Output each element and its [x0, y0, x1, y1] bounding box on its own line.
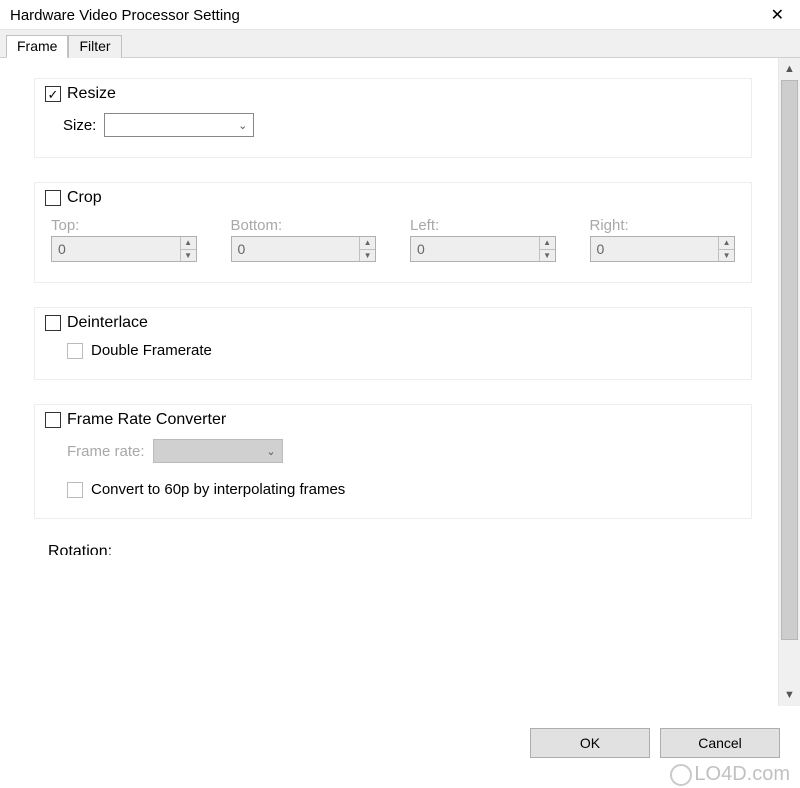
crop-left-input[interactable]: [411, 237, 539, 261]
spin-up-icon[interactable]: ▲: [719, 237, 734, 250]
crop-group: Crop Top: ▲▼ Bottom: ▲▼: [34, 182, 752, 283]
crop-right-spinner[interactable]: ▲▼: [590, 236, 736, 262]
close-icon[interactable]: ✕: [765, 5, 790, 25]
spin-down-icon[interactable]: ▼: [181, 250, 196, 262]
frc-group: Frame Rate Converter Frame rate: ⌄ Conve…: [34, 404, 752, 519]
frame-rate-combo: ⌄: [153, 439, 283, 463]
deinterlace-group: Deinterlace Double Framerate: [34, 307, 752, 380]
spin-up-icon[interactable]: ▲: [360, 237, 375, 250]
scroll-up-icon[interactable]: ▲: [779, 58, 800, 80]
spin-up-icon[interactable]: ▲: [181, 237, 196, 250]
dialog-buttons: OK Cancel: [530, 728, 780, 758]
crop-bottom-spinner[interactable]: ▲▼: [231, 236, 377, 262]
globe-icon: [670, 764, 692, 786]
vertical-scrollbar[interactable]: ▲ ▼: [778, 58, 800, 706]
size-combo[interactable]: ⌄: [104, 113, 254, 137]
spin-up-icon[interactable]: ▲: [540, 237, 555, 250]
cancel-button[interactable]: Cancel: [660, 728, 780, 758]
resize-group: Resize Size: ⌄: [34, 78, 752, 158]
tab-content: Resize Size: ⌄ Crop Top:: [0, 58, 778, 706]
double-framerate-checkbox[interactable]: [67, 343, 83, 359]
convert-60p-checkbox[interactable]: [67, 482, 83, 498]
crop-right-label: Right:: [590, 217, 736, 234]
size-label: Size:: [63, 117, 96, 134]
resize-checkbox[interactable]: [45, 86, 61, 102]
tab-filter[interactable]: Filter: [68, 35, 121, 58]
scroll-down-icon[interactable]: ▼: [779, 684, 800, 706]
deinterlace-title: Deinterlace: [67, 314, 148, 332]
title-bar: Hardware Video Processor Setting ✕: [0, 0, 800, 30]
chevron-down-icon: ⌄: [238, 119, 247, 132]
scroll-thumb[interactable]: [781, 80, 798, 640]
rotation-title: Rotation:: [48, 543, 760, 555]
frc-title: Frame Rate Converter: [67, 411, 226, 429]
crop-checkbox[interactable]: [45, 190, 61, 206]
frame-rate-label: Frame rate:: [67, 443, 145, 460]
crop-right-input[interactable]: [591, 237, 719, 261]
double-framerate-label: Double Framerate: [91, 342, 212, 359]
spin-down-icon[interactable]: ▼: [719, 250, 734, 262]
frc-checkbox[interactable]: [45, 412, 61, 428]
deinterlace-checkbox[interactable]: [45, 315, 61, 331]
convert-60p-label: Convert to 60p by interpolating frames: [91, 481, 345, 498]
resize-title: Resize: [67, 85, 116, 103]
crop-bottom-label: Bottom:: [231, 217, 377, 234]
chevron-down-icon: ⌄: [266, 445, 275, 458]
crop-top-input[interactable]: [52, 237, 180, 261]
crop-top-spinner[interactable]: ▲▼: [51, 236, 197, 262]
crop-bottom-input[interactable]: [232, 237, 360, 261]
watermark: LO4D.com: [670, 763, 790, 786]
spin-down-icon[interactable]: ▼: [360, 250, 375, 262]
window-title: Hardware Video Processor Setting: [10, 5, 240, 24]
tab-frame[interactable]: Frame: [6, 35, 68, 58]
crop-top-label: Top:: [51, 217, 197, 234]
crop-left-spinner[interactable]: ▲▼: [410, 236, 556, 262]
crop-title: Crop: [67, 189, 102, 207]
spin-down-icon[interactable]: ▼: [540, 250, 555, 262]
ok-button[interactable]: OK: [530, 728, 650, 758]
tab-strip: Frame Filter: [0, 30, 800, 58]
crop-left-label: Left:: [410, 217, 556, 234]
scroll-track[interactable]: [779, 80, 800, 684]
